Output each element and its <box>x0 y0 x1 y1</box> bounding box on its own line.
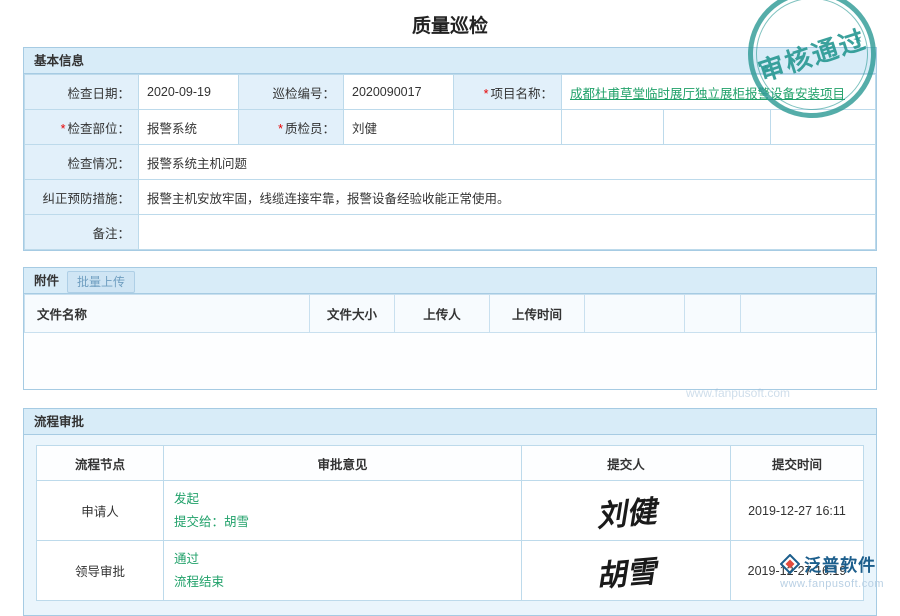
approval-opinion: 发起 提交给：胡雪 <box>164 481 522 541</box>
check-date-value: 2020-09-19 <box>139 75 239 110</box>
check-part-value: 报警系统 <box>139 110 239 145</box>
remark-value <box>139 215 876 250</box>
attachments-panel: 附件批量上传 文件名称 文件大小 上传人 上传时间 <box>23 267 877 390</box>
opinion-link-flow-end[interactable]: 流程结束 <box>174 571 511 594</box>
col-flow-node: 流程节点 <box>37 446 164 481</box>
basic-info-row-3: 检查情况： 报警系统主机问题 <box>25 145 876 180</box>
situation-value: 报警系统主机问题 <box>139 145 876 180</box>
inspector-label: *质检员： <box>239 110 344 145</box>
col-empty <box>741 295 876 333</box>
flow-node: 申请人 <box>37 481 164 541</box>
inspection-no-label: 巡检编号： <box>239 75 344 110</box>
empty-cell <box>562 110 664 145</box>
col-upload-time: 上传时间 <box>490 295 585 333</box>
basic-info-row-1: 检查日期： 2020-09-19 巡检编号： 2020090017 *项目名称：… <box>25 75 876 110</box>
opinion-link-pass[interactable]: 通过 <box>174 548 511 571</box>
col-empty <box>685 295 741 333</box>
check-date-label: 检查日期： <box>25 75 139 110</box>
approval-row-leader: 领导审批 通过 流程结束 胡雪 2019-12-27 16:19 <box>37 541 864 601</box>
watermark-url: www.fanpusoft.com <box>686 386 790 400</box>
brand-url: www.fanpusoft.com <box>780 578 884 590</box>
attachments-table: 文件名称 文件大小 上传人 上传时间 <box>24 294 876 333</box>
check-part-label-text: 检查部位： <box>67 122 130 136</box>
submit-time: 2019-12-27 16:11 <box>731 481 864 541</box>
col-uploader: 上传人 <box>395 295 490 333</box>
page-title: 质量巡检 <box>0 0 900 47</box>
col-submitter: 提交人 <box>522 446 731 481</box>
project-name-label: *项目名称： <box>454 75 562 110</box>
attachments-header-row: 文件名称 文件大小 上传人 上传时间 <box>25 295 876 333</box>
brand-row: 泛普软件 <box>780 551 884 576</box>
approval-header-row: 流程节点 审批意见 提交人 提交时间 <box>37 446 864 481</box>
basic-info-table: 检查日期： 2020-09-19 巡检编号： 2020090017 *项目名称：… <box>24 74 876 250</box>
basic-info-row-5: 备注： <box>25 215 876 250</box>
measures-label: 纠正预防措施： <box>25 180 139 215</box>
situation-label: 检查情况： <box>25 145 139 180</box>
inspection-no-value: 2020090017 <box>344 75 454 110</box>
basic-info-row-2: *检查部位： 报警系统 *质检员： 刘健 <box>25 110 876 145</box>
attachments-empty-body <box>24 333 876 389</box>
page: { "page": { "title": "质量巡检", "required_m… <box>0 0 900 600</box>
approval-header: 流程审批 <box>24 409 876 435</box>
empty-cell <box>771 110 876 145</box>
approval-table-wrap: 流程节点 审批意见 提交人 提交时间 申请人 发起 提交给：胡雪 刘健 2019… <box>36 445 864 601</box>
col-approval-opinion: 审批意见 <box>164 446 522 481</box>
basic-info-row-4: 纠正预防措施： 报警主机安放牢固，线缆连接牢靠，报警设备经验收能正常使用。 <box>25 180 876 215</box>
approval-row-applicant: 申请人 发起 提交给：胡雪 刘健 2019-12-27 16:11 <box>37 481 864 541</box>
project-name-cell: 成都杜甫草堂临时展厅独立展柜报警设备安装项目 <box>562 75 876 110</box>
approval-opinion: 通过 流程结束 <box>164 541 522 601</box>
submitter-signature-cell: 刘健 <box>522 481 731 541</box>
brand-name: 泛普软件 <box>804 551 876 576</box>
empty-cell <box>664 110 771 145</box>
attachments-title: 附件 <box>34 274 59 288</box>
inspector-label-text: 质检员： <box>285 122 335 136</box>
required-mark: * <box>61 122 66 136</box>
batch-upload-button[interactable]: 批量上传 <box>67 271 135 293</box>
fanpu-logo-icon <box>780 554 800 574</box>
measures-value: 报警主机安放牢固，线缆连接牢靠，报警设备经验收能正常使用。 <box>139 180 876 215</box>
approval-table: 流程节点 审批意见 提交人 提交时间 申请人 发起 提交给：胡雪 刘健 2019… <box>36 445 864 601</box>
remark-label: 备注： <box>25 215 139 250</box>
check-part-label: *检查部位： <box>25 110 139 145</box>
approval-panel: 流程审批 流程节点 审批意见 提交人 提交时间 申请人 发起 提交给：胡雪 刘健… <box>23 408 877 616</box>
signature: 刘健 <box>594 486 658 535</box>
opinion-link-initiate[interactable]: 发起 <box>174 488 511 511</box>
col-file-size: 文件大小 <box>310 295 395 333</box>
basic-info-panel: 基本信息 检查日期： 2020-09-19 巡检编号： 2020090017 *… <box>23 47 877 251</box>
basic-info-header: 基本信息 <box>24 48 876 74</box>
inspector-value: 刘健 <box>344 110 454 145</box>
flow-node: 领导审批 <box>37 541 164 601</box>
opinion-link-submit-to[interactable]: 提交给：胡雪 <box>174 511 511 534</box>
project-name-link[interactable]: 成都杜甫草堂临时展厅独立展柜报警设备安装项目 <box>570 87 845 101</box>
project-name-label-text: 项目名称： <box>490 87 553 101</box>
attachments-header: 附件批量上传 <box>24 268 876 294</box>
col-submit-time: 提交时间 <box>731 446 864 481</box>
required-mark: * <box>484 87 489 101</box>
empty-cell <box>454 110 562 145</box>
required-mark: * <box>278 122 283 136</box>
col-empty <box>585 295 685 333</box>
signature: 胡雪 <box>594 546 658 595</box>
submitter-signature-cell: 胡雪 <box>522 541 731 601</box>
brand-block: 泛普软件 www.fanpusoft.com <box>780 551 884 590</box>
col-file-name: 文件名称 <box>25 295 310 333</box>
